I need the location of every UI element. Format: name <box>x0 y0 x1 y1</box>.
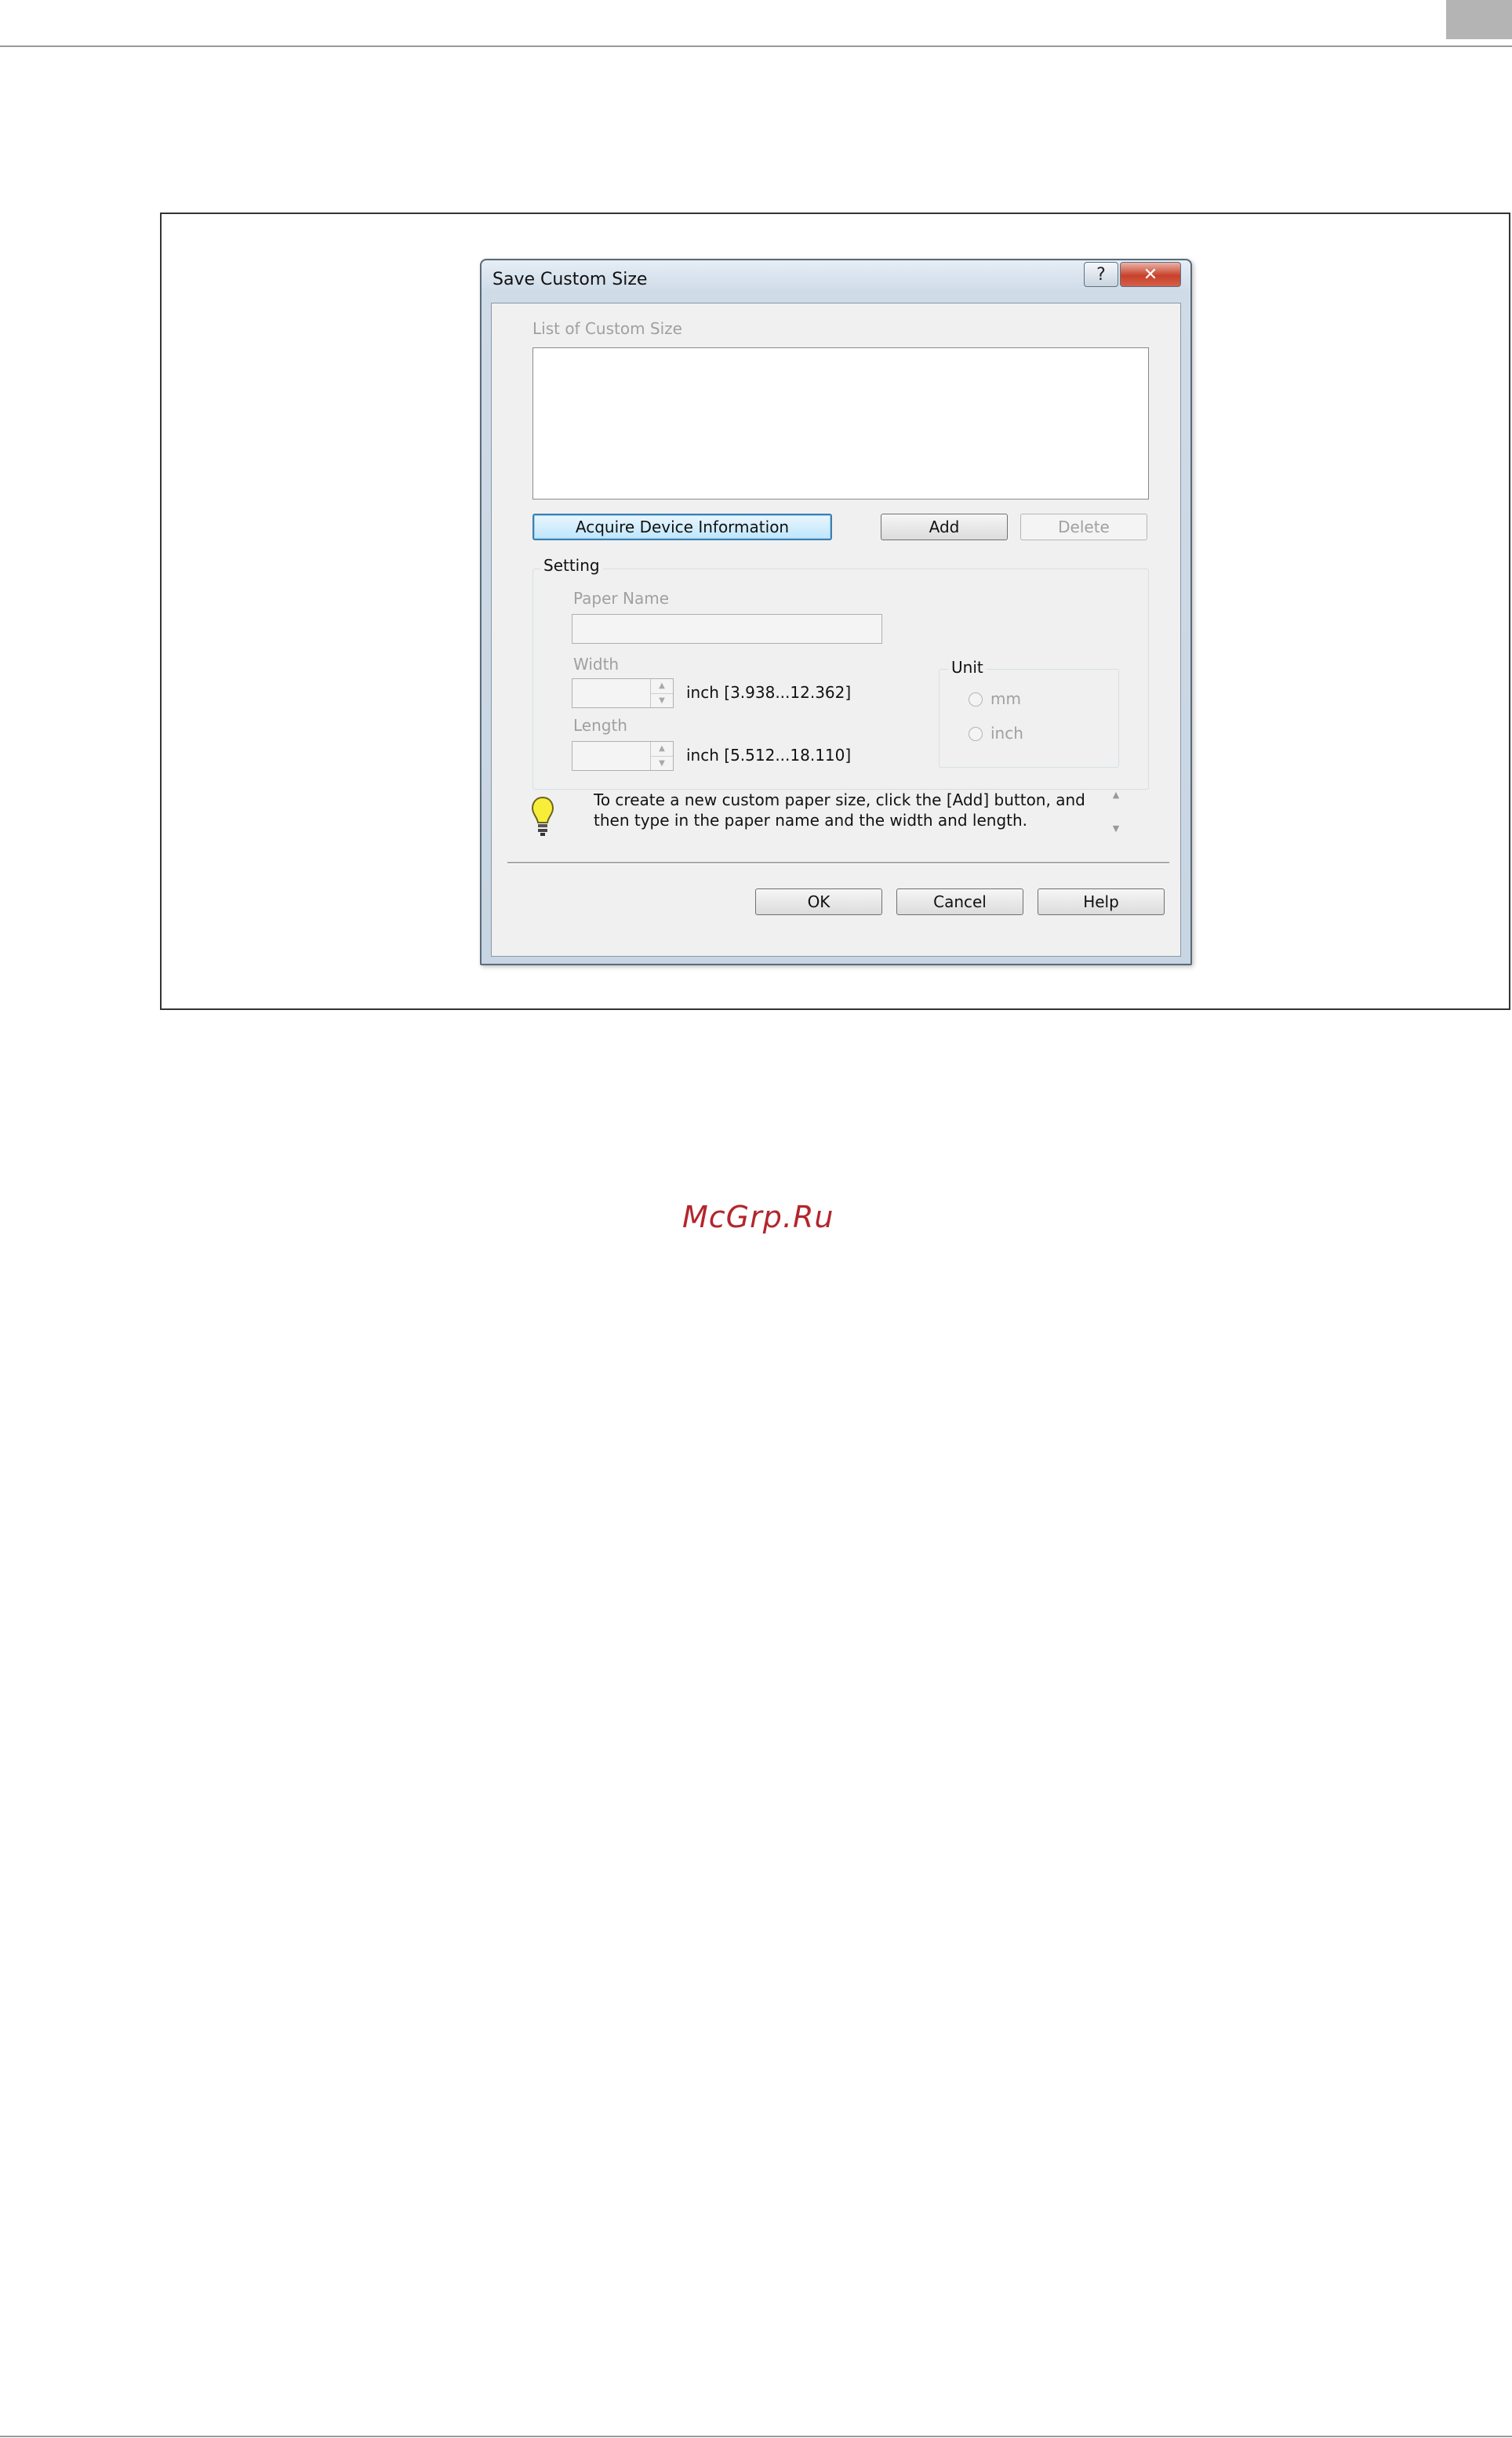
ok-button[interactable]: OK <box>755 888 882 915</box>
dialog-title: Save Custom Size <box>492 270 648 289</box>
paper-name-label: Paper Name <box>573 589 670 608</box>
hint-text: To create a new custom paper size, click… <box>594 790 1085 830</box>
list-of-custom-size-label: List of Custom Size <box>532 319 682 338</box>
length-spinbox[interactable]: ▲ ▼ <box>572 741 674 771</box>
cancel-button[interactable]: Cancel <box>896 888 1023 915</box>
page-header-rule <box>0 45 1512 47</box>
close-icon[interactable]: ✕ <box>1120 262 1181 287</box>
unit-groupbox <box>939 669 1119 768</box>
lightbulb-icon <box>531 796 554 836</box>
unit-caption: Unit <box>948 658 987 677</box>
dialog-titlebar[interactable]: Save Custom Size ? ✕ <box>482 260 1190 303</box>
page-corner-tab <box>1446 0 1512 39</box>
width-spinbox[interactable]: ▲ ▼ <box>572 678 674 708</box>
unit-inch-label: inch <box>990 724 1023 743</box>
scroll-up-icon[interactable]: ▲ <box>1113 790 1119 800</box>
save-custom-size-dialog: Save Custom Size ? ✕ List of Custom Size… <box>480 259 1192 965</box>
spin-down-icon[interactable]: ▼ <box>651 755 673 771</box>
dialog-client-area: List of Custom Size Acquire Device Infor… <box>491 303 1181 957</box>
help-icon[interactable]: ? <box>1084 262 1118 287</box>
hint-scrollbar[interactable]: ▲ ▼ <box>1110 790 1122 834</box>
spin-down-icon[interactable]: ▼ <box>651 692 673 708</box>
length-spin-buttons[interactable]: ▲ ▼ <box>650 742 673 770</box>
scroll-down-icon[interactable]: ▼ <box>1113 823 1119 834</box>
length-range-text: inch [5.512...18.110] <box>686 746 852 765</box>
delete-button[interactable]: Delete <box>1020 514 1147 540</box>
unit-mm-radio[interactable] <box>969 692 983 707</box>
paper-name-field[interactable] <box>572 614 882 644</box>
width-spin-buttons[interactable]: ▲ ▼ <box>650 679 673 707</box>
width-range-text: inch [3.938...12.362] <box>686 683 852 702</box>
length-label: Length <box>573 716 627 735</box>
page-footer-rule <box>0 2436 1512 2437</box>
unit-inch-radio[interactable] <box>969 727 983 741</box>
help-button[interactable]: Help <box>1038 888 1165 915</box>
setting-caption: Setting <box>540 556 603 575</box>
watermark-text: McGrp.Ru <box>682 1200 834 1234</box>
spin-up-icon[interactable]: ▲ <box>651 679 673 693</box>
acquire-device-information-button[interactable]: Acquire Device Information <box>532 514 832 540</box>
spin-up-icon[interactable]: ▲ <box>651 742 673 756</box>
custom-size-listbox[interactable] <box>532 347 1149 500</box>
unit-mm-label: mm <box>990 689 1021 708</box>
button-separator <box>507 862 1169 864</box>
width-label: Width <box>573 655 620 674</box>
add-button[interactable]: Add <box>881 514 1008 540</box>
